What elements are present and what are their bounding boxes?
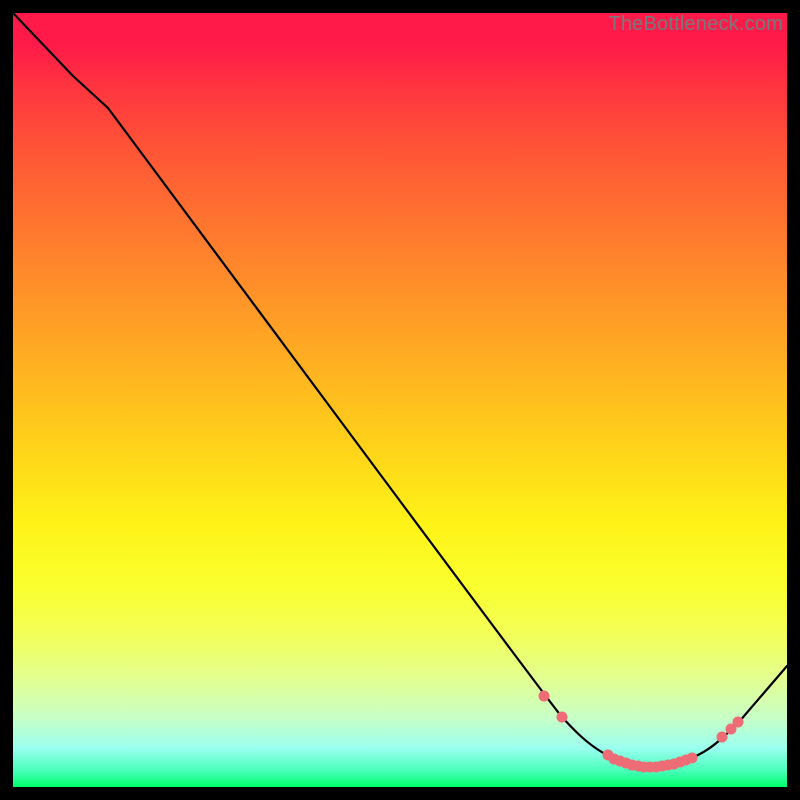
data-marker	[717, 732, 728, 743]
chart-frame: TheBottleneck.com	[13, 13, 787, 787]
bottleneck-curve	[13, 13, 787, 767]
line-chart	[13, 13, 787, 787]
data-marker	[687, 753, 698, 764]
data-marker	[733, 717, 744, 728]
data-marker	[557, 712, 568, 723]
data-markers	[539, 691, 744, 773]
data-marker	[539, 691, 550, 702]
watermark-text: TheBottleneck.com	[608, 13, 783, 36]
